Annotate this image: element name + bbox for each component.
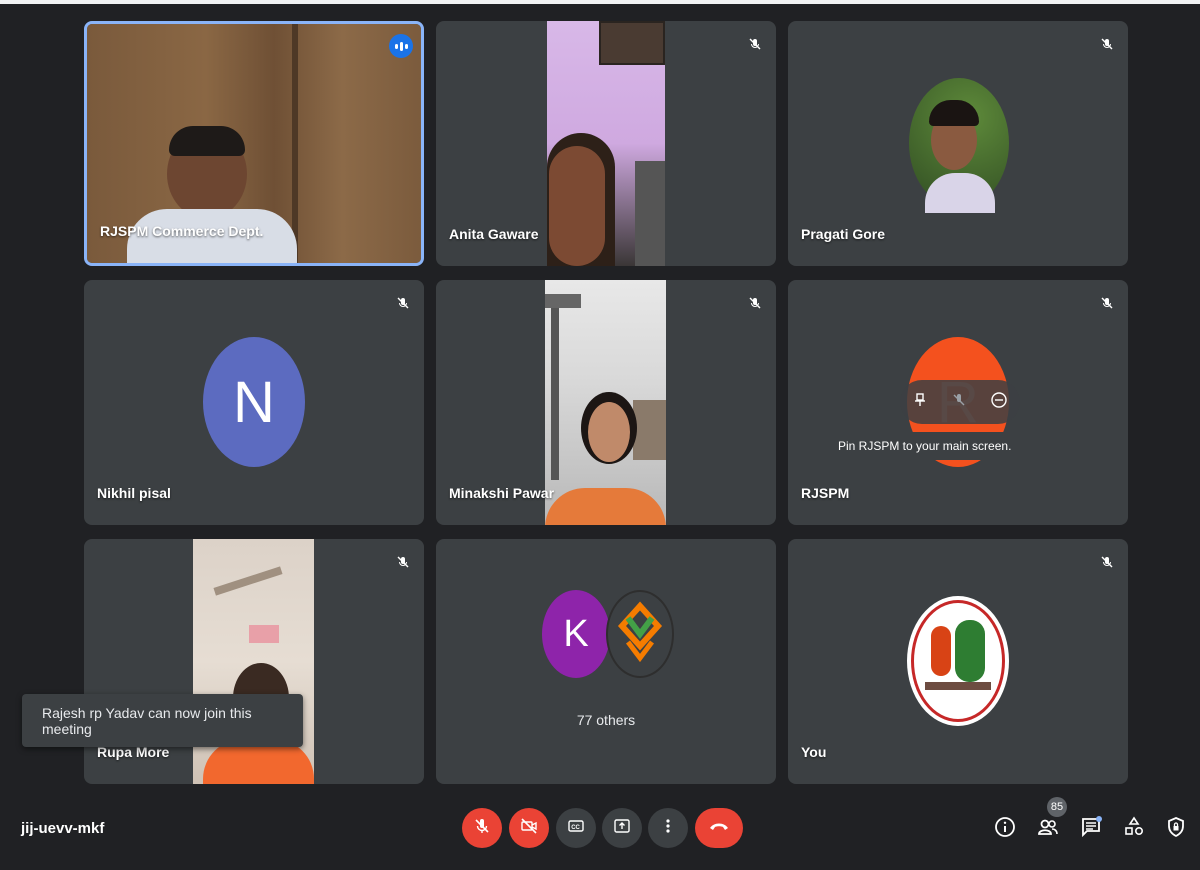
participant-name: RJSPM Commerce Dept. (100, 223, 264, 239)
participant-tile-minakshi-pawar[interactable]: Minakshi Pawar (436, 280, 776, 525)
captions-icon: CC (567, 817, 585, 840)
mute-participant-icon[interactable] (951, 392, 967, 413)
pin-icon[interactable] (912, 392, 928, 413)
remove-participant-icon[interactable] (990, 391, 1008, 414)
participant-tile-anita-gaware[interactable]: Anita Gaware (436, 21, 776, 266)
speaking-indicator-icon (389, 34, 413, 58)
camera-off-icon (520, 817, 538, 840)
tile-hover-controls (900, 380, 1020, 424)
participant-tile-rjspm[interactable]: R Pin RJSPM to your main screen. RJSPM (788, 280, 1128, 525)
participant-name: Anita Gaware (449, 226, 539, 242)
people-icon (1037, 816, 1059, 843)
mic-off-icon (744, 33, 766, 55)
activities-button[interactable] (1122, 816, 1146, 843)
mic-off-icon (1096, 33, 1118, 55)
participant-tile-others[interactable]: K 77 others (436, 539, 776, 784)
profile-photo (909, 78, 1009, 213)
toggle-camera-button[interactable] (509, 808, 549, 848)
participant-name: Minakshi Pawar (449, 485, 555, 501)
more-options-button[interactable] (648, 808, 688, 848)
meeting-details-button[interactable] (993, 816, 1017, 843)
present-screen-button[interactable] (602, 808, 642, 848)
show-everyone-button[interactable] (1036, 817, 1060, 841)
avatar: N (203, 337, 305, 467)
video-feed (545, 280, 666, 525)
mic-off-icon (1096, 551, 1118, 573)
meeting-code: jij-uevv-mkf (21, 820, 105, 837)
present-icon (613, 817, 631, 840)
video-feed (193, 539, 314, 784)
pin-tooltip: Pin RJSPM to your main screen. (830, 432, 1020, 460)
host-controls-icon (1165, 816, 1187, 843)
mic-off-icon (392, 551, 414, 573)
notification-toast: Rajesh rp Yadav can now join this meetin… (22, 694, 303, 747)
participant-name: RJSPM (801, 485, 850, 501)
avatar: K (542, 590, 610, 678)
svg-text:CC: CC (571, 824, 580, 830)
participant-tile-you[interactable]: You (788, 539, 1128, 784)
captions-button[interactable]: CC (556, 808, 596, 848)
mic-off-icon (1096, 292, 1118, 314)
toggle-microphone-button[interactable] (462, 808, 502, 848)
participant-tile-nikhil-pisal[interactable]: N Nikhil pisal (84, 280, 424, 525)
others-count: 77 others (576, 712, 636, 728)
leave-call-button[interactable] (695, 808, 743, 848)
avatar-emblem (907, 596, 1009, 726)
participant-name: You (801, 744, 827, 760)
host-controls-button[interactable] (1164, 816, 1188, 843)
participant-name: Pragati Gore (801, 226, 886, 242)
mic-off-icon (744, 292, 766, 314)
more-icon (659, 817, 677, 840)
activities-icon (1123, 816, 1145, 843)
chat-icon (1080, 815, 1102, 843)
participant-tile-rupa-more[interactable]: Rupa More (84, 539, 424, 784)
participant-tile-rjspm-commerce[interactable]: RJSPM Commerce Dept. (84, 21, 424, 266)
participant-name: Nikhil pisal (97, 485, 171, 501)
mic-off-icon (392, 292, 414, 314)
info-icon (994, 816, 1016, 843)
chat-button[interactable] (1079, 815, 1103, 843)
participant-count-badge: 85 (1047, 797, 1067, 817)
end-call-icon (708, 819, 730, 838)
participant-tile-pragati-gore[interactable]: Pragati Gore (788, 21, 1128, 266)
video-feed (547, 21, 665, 266)
avatar-logo (606, 590, 674, 678)
mic-off-icon (473, 817, 491, 840)
top-strip (0, 0, 1200, 4)
